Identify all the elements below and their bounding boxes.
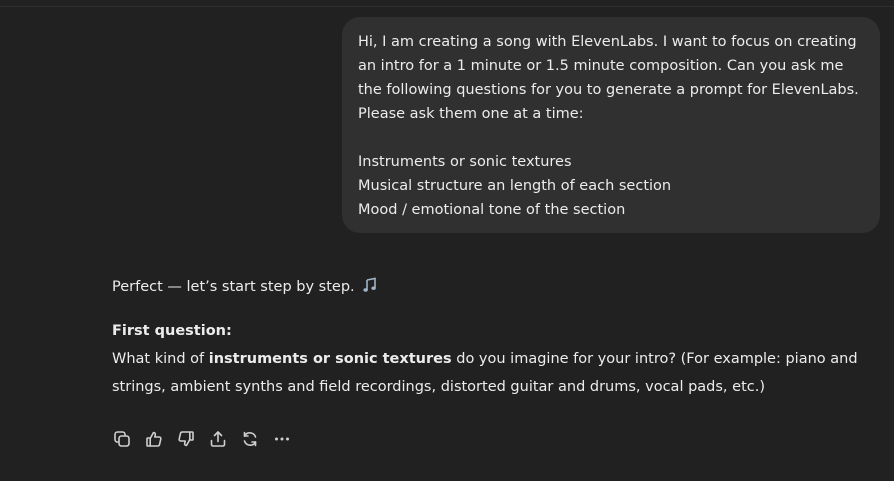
question-title: First question: — [112, 323, 232, 339]
assistant-message: Perfect — let’s start step by step. Firs… — [112, 275, 892, 401]
more-icon[interactable] — [272, 429, 292, 449]
share-icon[interactable] — [208, 429, 228, 449]
top-divider — [0, 0, 894, 7]
message-action-bar — [112, 428, 304, 450]
question-text-before: What kind of — [112, 351, 209, 367]
thumbs-up-icon[interactable] — [144, 429, 164, 449]
music-note-icon — [362, 277, 378, 293]
question-body: What kind of instruments or sonic textur… — [112, 345, 892, 401]
assistant-intro-text: Perfect — let’s start step by step. — [112, 279, 355, 295]
question-bold-text: instruments or sonic textures — [208, 351, 452, 367]
user-message-item: Instruments or sonic textures — [358, 154, 572, 170]
user-message-item: Musical structure an length of each sect… — [358, 178, 672, 194]
assistant-intro-line: Perfect — let’s start step by step. — [112, 275, 892, 299]
regenerate-icon[interactable] — [240, 429, 260, 449]
thumbs-down-icon[interactable] — [176, 429, 196, 449]
user-message-bubble: Hi, I am creating a song with ElevenLabs… — [342, 17, 880, 233]
user-message-item: Mood / emotional tone of the section — [358, 202, 626, 218]
chat-page: Hi, I am creating a song with ElevenLabs… — [0, 0, 894, 481]
user-message-paragraph: Hi, I am creating a song with ElevenLabs… — [358, 34, 859, 122]
copy-icon[interactable] — [112, 429, 132, 449]
